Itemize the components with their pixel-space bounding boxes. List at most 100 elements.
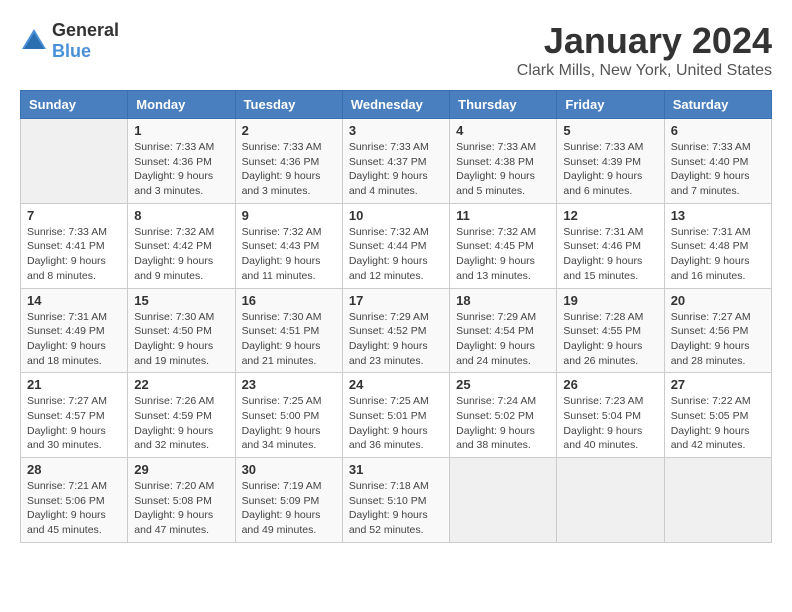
- day-number: 7: [27, 208, 121, 223]
- day-info: Sunrise: 7:25 AM Sunset: 5:01 PM Dayligh…: [349, 394, 443, 453]
- calendar-cell: 1 Sunrise: 7:33 AM Sunset: 4:36 PM Daylig…: [128, 119, 235, 204]
- day-info: Sunrise: 7:33 AM Sunset: 4:40 PM Dayligh…: [671, 140, 765, 199]
- day-number: 15: [134, 293, 228, 308]
- day-number: 26: [563, 377, 657, 392]
- day-number: 4: [456, 123, 550, 138]
- day-number: 27: [671, 377, 765, 392]
- day-info: Sunrise: 7:31 AM Sunset: 4:48 PM Dayligh…: [671, 225, 765, 284]
- day-number: 24: [349, 377, 443, 392]
- day-number: 13: [671, 208, 765, 223]
- day-info: Sunrise: 7:23 AM Sunset: 5:04 PM Dayligh…: [563, 394, 657, 453]
- calendar-cell: 8 Sunrise: 7:32 AM Sunset: 4:42 PM Daylig…: [128, 203, 235, 288]
- logo-text-blue: Blue: [52, 41, 91, 61]
- day-info: Sunrise: 7:33 AM Sunset: 4:36 PM Dayligh…: [134, 140, 228, 199]
- day-number: 1: [134, 123, 228, 138]
- day-number: 31: [349, 462, 443, 477]
- day-info: Sunrise: 7:32 AM Sunset: 4:45 PM Dayligh…: [456, 225, 550, 284]
- title-area: January 2024 Clark Mills, New York, Unit…: [517, 20, 772, 80]
- day-number: 10: [349, 208, 443, 223]
- header-cell-sunday: Sunday: [21, 91, 128, 119]
- day-number: 25: [456, 377, 550, 392]
- calendar-cell: 25 Sunrise: 7:24 AM Sunset: 5:02 PM Dayli…: [450, 373, 557, 458]
- header-cell-monday: Monday: [128, 91, 235, 119]
- calendar-week-1: 7 Sunrise: 7:33 AM Sunset: 4:41 PM Daylig…: [21, 203, 772, 288]
- day-number: 19: [563, 293, 657, 308]
- day-info: Sunrise: 7:28 AM Sunset: 4:55 PM Dayligh…: [563, 310, 657, 369]
- day-info: Sunrise: 7:33 AM Sunset: 4:36 PM Dayligh…: [242, 140, 336, 199]
- day-number: 5: [563, 123, 657, 138]
- calendar-cell: 3 Sunrise: 7:33 AM Sunset: 4:37 PM Daylig…: [342, 119, 449, 204]
- day-info: Sunrise: 7:32 AM Sunset: 4:42 PM Dayligh…: [134, 225, 228, 284]
- calendar-table: SundayMondayTuesdayWednesdayThursdayFrid…: [20, 90, 772, 543]
- calendar-week-0: 1 Sunrise: 7:33 AM Sunset: 4:36 PM Daylig…: [21, 119, 772, 204]
- day-number: 8: [134, 208, 228, 223]
- logo-text-general: General: [52, 20, 119, 40]
- day-info: Sunrise: 7:33 AM Sunset: 4:41 PM Dayligh…: [27, 225, 121, 284]
- day-number: 3: [349, 123, 443, 138]
- day-info: Sunrise: 7:27 AM Sunset: 4:57 PM Dayligh…: [27, 394, 121, 453]
- calendar-cell: 17 Sunrise: 7:29 AM Sunset: 4:52 PM Dayli…: [342, 288, 449, 373]
- day-info: Sunrise: 7:20 AM Sunset: 5:08 PM Dayligh…: [134, 479, 228, 538]
- day-number: 16: [242, 293, 336, 308]
- calendar-cell: 18 Sunrise: 7:29 AM Sunset: 4:54 PM Dayli…: [450, 288, 557, 373]
- day-info: Sunrise: 7:33 AM Sunset: 4:37 PM Dayligh…: [349, 140, 443, 199]
- page-header: General Blue January 2024 Clark Mills, N…: [20, 20, 772, 80]
- calendar-cell: 22 Sunrise: 7:26 AM Sunset: 4:59 PM Dayli…: [128, 373, 235, 458]
- day-info: Sunrise: 7:27 AM Sunset: 4:56 PM Dayligh…: [671, 310, 765, 369]
- day-info: Sunrise: 7:24 AM Sunset: 5:02 PM Dayligh…: [456, 394, 550, 453]
- day-number: 2: [242, 123, 336, 138]
- calendar-cell: 5 Sunrise: 7:33 AM Sunset: 4:39 PM Daylig…: [557, 119, 664, 204]
- calendar-cell: 28 Sunrise: 7:21 AM Sunset: 5:06 PM Dayli…: [21, 458, 128, 543]
- day-number: 22: [134, 377, 228, 392]
- day-info: Sunrise: 7:30 AM Sunset: 4:50 PM Dayligh…: [134, 310, 228, 369]
- calendar-cell: 31Sunrise: 7:18 AM Sunset: 5:10 PM Dayli…: [342, 458, 449, 543]
- header-cell-thursday: Thursday: [450, 91, 557, 119]
- day-number: 21: [27, 377, 121, 392]
- day-info: Sunrise: 7:25 AM Sunset: 5:00 PM Dayligh…: [242, 394, 336, 453]
- calendar-cell: [21, 119, 128, 204]
- logo: General Blue: [20, 20, 119, 62]
- day-info: Sunrise: 7:29 AM Sunset: 4:54 PM Dayligh…: [456, 310, 550, 369]
- calendar-cell: 7 Sunrise: 7:33 AM Sunset: 4:41 PM Daylig…: [21, 203, 128, 288]
- day-number: 18: [456, 293, 550, 308]
- day-info: Sunrise: 7:26 AM Sunset: 4:59 PM Dayligh…: [134, 394, 228, 453]
- calendar-cell: 30Sunrise: 7:19 AM Sunset: 5:09 PM Dayli…: [235, 458, 342, 543]
- day-number: 9: [242, 208, 336, 223]
- calendar-cell: 23Sunrise: 7:25 AM Sunset: 5:00 PM Dayli…: [235, 373, 342, 458]
- day-info: Sunrise: 7:29 AM Sunset: 4:52 PM Dayligh…: [349, 310, 443, 369]
- day-info: Sunrise: 7:31 AM Sunset: 4:49 PM Dayligh…: [27, 310, 121, 369]
- calendar-cell: 27 Sunrise: 7:22 AM Sunset: 5:05 PM Dayli…: [664, 373, 771, 458]
- day-info: Sunrise: 7:21 AM Sunset: 5:06 PM Dayligh…: [27, 479, 121, 538]
- day-number: 17: [349, 293, 443, 308]
- calendar-week-4: 28 Sunrise: 7:21 AM Sunset: 5:06 PM Dayli…: [21, 458, 772, 543]
- calendar-week-2: 14 Sunrise: 7:31 AM Sunset: 4:49 PM Dayli…: [21, 288, 772, 373]
- day-number: 12: [563, 208, 657, 223]
- calendar-cell: [664, 458, 771, 543]
- calendar-cell: 19 Sunrise: 7:28 AM Sunset: 4:55 PM Dayli…: [557, 288, 664, 373]
- calendar-body: 1 Sunrise: 7:33 AM Sunset: 4:36 PM Daylig…: [21, 119, 772, 543]
- calendar-cell: 20Sunrise: 7:27 AM Sunset: 4:56 PM Dayli…: [664, 288, 771, 373]
- day-info: Sunrise: 7:22 AM Sunset: 5:05 PM Dayligh…: [671, 394, 765, 453]
- day-number: 14: [27, 293, 121, 308]
- calendar-cell: 6Sunrise: 7:33 AM Sunset: 4:40 PM Daylig…: [664, 119, 771, 204]
- day-number: 11: [456, 208, 550, 223]
- location-title: Clark Mills, New York, United States: [517, 62, 772, 80]
- day-number: 29: [134, 462, 228, 477]
- calendar-cell: 16 Sunrise: 7:30 AM Sunset: 4:51 PM Dayli…: [235, 288, 342, 373]
- header-cell-wednesday: Wednesday: [342, 91, 449, 119]
- calendar-cell: 26 Sunrise: 7:23 AM Sunset: 5:04 PM Dayli…: [557, 373, 664, 458]
- header-cell-friday: Friday: [557, 91, 664, 119]
- calendar-cell: 24 Sunrise: 7:25 AM Sunset: 5:01 PM Dayli…: [342, 373, 449, 458]
- calendar-cell: 11 Sunrise: 7:32 AM Sunset: 4:45 PM Dayli…: [450, 203, 557, 288]
- day-info: Sunrise: 7:31 AM Sunset: 4:46 PM Dayligh…: [563, 225, 657, 284]
- header-cell-saturday: Saturday: [664, 91, 771, 119]
- calendar-header-row: SundayMondayTuesdayWednesdayThursdayFrid…: [21, 91, 772, 119]
- calendar-cell: 21 Sunrise: 7:27 AM Sunset: 4:57 PM Dayli…: [21, 373, 128, 458]
- calendar-cell: 2 Sunrise: 7:33 AM Sunset: 4:36 PM Daylig…: [235, 119, 342, 204]
- day-info: Sunrise: 7:33 AM Sunset: 4:39 PM Dayligh…: [563, 140, 657, 199]
- day-info: Sunrise: 7:30 AM Sunset: 4:51 PM Dayligh…: [242, 310, 336, 369]
- day-info: Sunrise: 7:33 AM Sunset: 4:38 PM Dayligh…: [456, 140, 550, 199]
- day-number: 28: [27, 462, 121, 477]
- calendar-cell: [450, 458, 557, 543]
- calendar-cell: 14 Sunrise: 7:31 AM Sunset: 4:49 PM Dayli…: [21, 288, 128, 373]
